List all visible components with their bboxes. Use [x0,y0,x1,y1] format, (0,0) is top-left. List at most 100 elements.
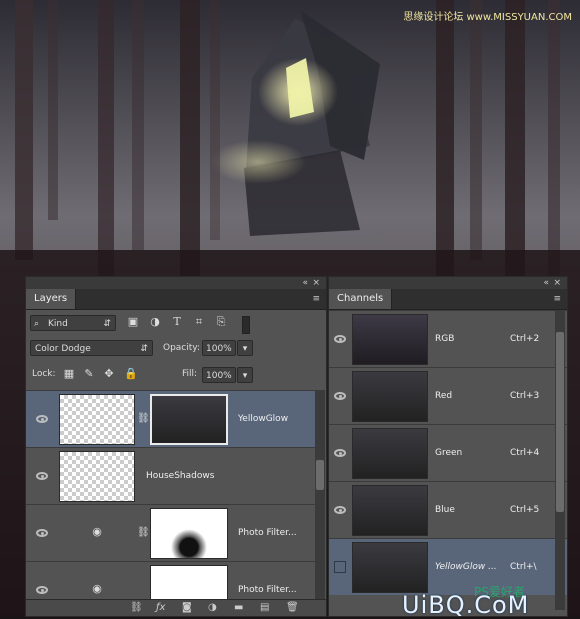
lock-transparency-icon[interactable]: ▦ [62,367,76,381]
channels-collapse-icon[interactable]: « [543,278,549,288]
new-adjustment-icon[interactable]: ◑ [208,601,217,615]
visibility-toggle-empty[interactable] [334,561,346,573]
filter-kind-label: Kind [48,319,68,329]
chevron-down-icon: ▾ [242,371,248,381]
channel-row-red[interactable]: Red Ctrl+3 [329,367,567,424]
layer-name: YellowGlow [238,414,289,424]
fill-input[interactable]: 100% [202,367,236,383]
opacity-input[interactable]: 100% [202,340,236,356]
layer-mask-thumbnail[interactable] [150,565,228,601]
chain-link-icon[interactable]: ⛓ [137,412,150,426]
add-mask-icon[interactable]: ◙ [182,601,192,615]
chevron-updown-icon: ⇵ [140,344,148,354]
channel-shortcut: Ctrl+\ [510,562,537,572]
channel-shortcut: Ctrl+3 [510,391,540,401]
layer-thumbnail [59,394,135,445]
channels-panel: « × Channels ≡ RGB Ctrl+2 Red Ctrl+3 Gre… [328,276,568,617]
layer-name: Photo Filter... [238,528,297,538]
channels-tabbar: Channels ≡ [329,289,567,310]
channels-scrollbar-thumb[interactable] [556,332,564,512]
channels-close-icon[interactable]: × [553,278,561,288]
layers-close-icon[interactable]: × [312,278,320,288]
lock-all-icon[interactable]: 🔒 [124,367,138,381]
channel-thumbnail [352,485,428,536]
layers-panel-menu-icon[interactable]: ≡ [312,294,320,304]
visibility-eye-icon[interactable] [334,449,346,457]
layers-bottom-toolbar: ⛓ ƒx ◙ ◑ ▬ ▤ 🗑 [26,599,326,616]
adjustment-layer-icon: ◉ [92,525,102,538]
smart-object-filter-icon[interactable]: ⎘ [214,315,228,329]
layers-panel-topstrip: « × [26,277,326,289]
search-icon: ⌕ [34,319,40,329]
channel-thumbnail [352,542,428,593]
layer-name: HouseShadows [146,471,215,481]
tab-layers[interactable]: Layers [26,289,77,309]
fill-label: Fill: [182,369,198,379]
blend-mode-value: Color Dodge [35,344,91,354]
layer-row-photo-filter[interactable]: ◉ ⛓ Photo Filter... [26,504,316,561]
layer-row-photo-filter-2[interactable]: ◉ Photo Filter... [26,561,316,601]
layer-name: Photo Filter... [238,585,297,595]
opacity-label: Opacity: [163,343,200,353]
channel-thumbnail [352,428,428,479]
channel-thumbnail [352,371,428,422]
filter-kind-select[interactable]: ⌕ Kind ⇵ [30,315,116,331]
visibility-eye-icon[interactable] [36,415,48,423]
channel-row-rgb[interactable]: RGB Ctrl+2 [329,310,567,367]
layer-row-yellowglow[interactable]: ⛓ YellowGlow [26,390,316,447]
lock-pixels-icon[interactable]: ✎ [82,367,96,381]
fill-value: 100% [206,371,232,381]
layers-collapse-icon[interactable]: « [302,278,308,288]
opacity-value: 100% [206,344,232,354]
channel-row-green[interactable]: Green Ctrl+4 [329,424,567,481]
channel-name: RGB [435,334,455,344]
channel-name: Green [435,448,463,458]
layers-tabbar: Layers ≡ [26,289,326,310]
chevron-down-icon: ▾ [242,344,248,354]
channels-panel-menu-icon[interactable]: ≡ [553,294,561,304]
visibility-eye-icon[interactable] [334,335,346,343]
channel-name: Red [435,391,453,401]
layer-mask-thumbnail[interactable] [150,508,228,559]
fx-icon[interactable]: ƒx [156,601,165,615]
channel-thumbnail [352,314,428,365]
opacity-dropdown[interactable]: ▾ [237,340,253,356]
visibility-eye-icon[interactable] [36,586,48,594]
visibility-eye-icon[interactable] [36,529,48,537]
blend-mode-select[interactable]: Color Dodge ⇵ [30,340,153,356]
channel-shortcut: Ctrl+5 [510,505,540,515]
layer-row-houseshadows[interactable]: HouseShadows [26,447,316,504]
fill-dropdown[interactable]: ▾ [237,367,253,383]
channels-scrollbar[interactable] [555,310,565,610]
new-layer-icon[interactable]: ▤ [260,601,269,615]
channel-row-blue[interactable]: Blue Ctrl+5 [329,481,567,538]
layers-scrollbar-thumb[interactable] [316,460,324,490]
delete-layer-icon[interactable]: 🗑 [286,601,299,615]
type-layer-filter-icon[interactable]: T [170,315,184,329]
blend-row: Color Dodge ⇵ Opacity: 100% ▾ [26,338,326,358]
lock-label: Lock: [32,369,56,379]
visibility-eye-icon[interactable] [36,472,48,480]
layers-scrollbar[interactable] [315,390,325,601]
filter-toggle-switch[interactable] [242,316,250,334]
channel-shortcut: Ctrl+2 [510,334,540,344]
top-watermark: 思缘设计论坛 www.MISSYUAN.COM [403,12,572,23]
visibility-eye-icon[interactable] [334,392,346,400]
layers-panel: « × Layers ≡ ⌕ Kind ⇵ ▣ ◑ T ⌗ ⎘ Color Do… [25,276,327,617]
visibility-eye-icon[interactable] [334,506,346,514]
channel-name: YellowGlow ... [435,562,497,572]
site-logo: PS爱好者 UiBQ.CoM [402,585,572,619]
adjustment-layer-filter-icon[interactable]: ◑ [148,315,162,329]
lock-position-icon[interactable]: ✥ [102,367,116,381]
pixel-layer-filter-icon[interactable]: ▣ [126,315,140,329]
layer-mask-thumbnail[interactable] [150,394,228,445]
new-group-icon[interactable]: ▬ [234,601,243,615]
shape-layer-filter-icon[interactable]: ⌗ [192,315,206,329]
logo-brand: UiBQ.CoM [402,591,530,619]
layers-filter-row: ⌕ Kind ⇵ ▣ ◑ T ⌗ ⎘ [26,313,326,334]
tab-channels[interactable]: Channels [329,289,393,309]
chain-link-icon[interactable]: ⛓ [137,526,150,540]
chevron-updown-icon: ⇵ [103,319,111,329]
link-layers-icon[interactable]: ⛓ [130,601,143,615]
lock-row: Lock: ▦ ✎ ✥ 🔒 Fill: 100% ▾ [26,365,326,385]
